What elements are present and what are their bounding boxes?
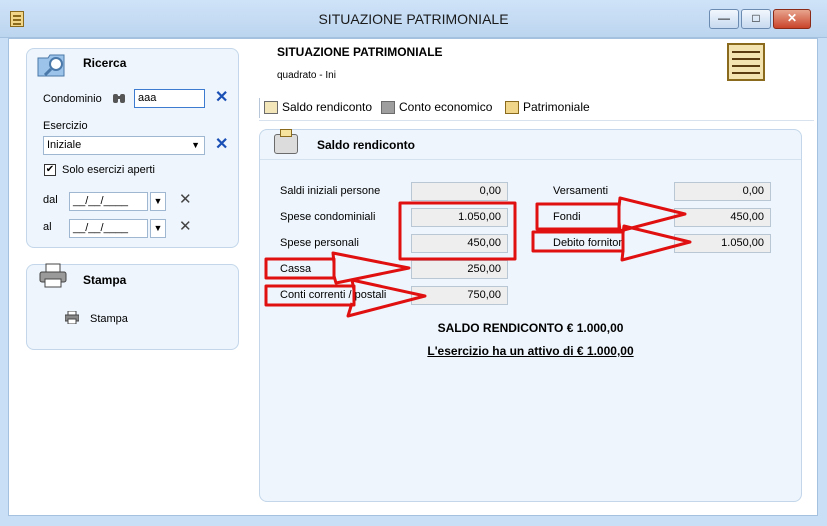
dal-label: dal (43, 194, 58, 206)
clear-condominio-icon[interactable]: ✕ (215, 90, 228, 106)
stampa-panel: Stampa Stampa (26, 263, 239, 350)
ledger-icon (264, 100, 278, 114)
tab-label: Saldo rendiconto (282, 100, 373, 114)
row-label-versamenti: Versamenti (553, 185, 609, 197)
saldo-rendiconto-panel: Saldo rendiconto Saldi iniziali persone … (259, 129, 802, 502)
application-window: SITUAZIONE PATRIMONIALE — □ ✕ Ricerca Co… (0, 0, 827, 526)
solo-aperti-label: Solo esercizi aperti (62, 164, 155, 176)
tab-label: Conto economico (399, 100, 493, 114)
tab-saldo-rendiconto[interactable]: Saldo rendiconto (264, 100, 372, 114)
stampa-link[interactable]: Stampa (90, 313, 128, 325)
value-spese-personali: 450,00 (411, 234, 508, 253)
esercizio-select[interactable]: Iniziale ▼ (43, 136, 205, 155)
row-label-spese-personali: Spese personali (280, 237, 359, 249)
toolbar: Saldo rendiconto Conto economico Patrimo… (259, 95, 814, 121)
printer-icon (39, 263, 67, 288)
title-bar: SITUAZIONE PATRIMONIALE — □ ✕ (0, 0, 827, 38)
abacus-small-icon (505, 100, 519, 114)
toolbar-grip (259, 98, 260, 118)
dal-date-input[interactable]: __/__/____ (69, 192, 148, 211)
close-button[interactable]: ✕ (773, 9, 811, 29)
maximize-button[interactable]: □ (741, 9, 771, 29)
saldo-note: L'esercizio ha un attivo di € 1.000,00 (427, 344, 634, 358)
value-cassa: 250,00 (411, 260, 508, 279)
chevron-down-icon: ▼ (191, 140, 200, 150)
row-label-fondi: Fondi (553, 211, 581, 223)
page-subtitle: quadrato - Ini (277, 70, 336, 81)
saldo-header: Saldo rendiconto (260, 129, 801, 160)
solo-aperti-checkbox[interactable]: ✔ (44, 164, 56, 176)
stampa-title: Stampa (83, 273, 127, 287)
value-debito-fornitori: 1.050,00 (674, 234, 771, 253)
cash-register-icon (274, 129, 298, 154)
value-spese-condominiali: 1.050,00 (411, 208, 508, 227)
page-title: SITUAZIONE PATRIMONIALE (277, 45, 443, 59)
al-date-input[interactable]: __/__/____ (69, 219, 148, 238)
al-label: al (43, 221, 52, 233)
row-label-conti-correnti: Conti correnti / postali (280, 289, 387, 301)
condominio-label: Condominio (43, 93, 102, 105)
al-dropdown-icon[interactable]: ▼ (150, 219, 166, 238)
row-label-saldi-iniziali: Saldi iniziali persone (280, 185, 381, 197)
condominio-input[interactable]: aaa (134, 89, 205, 108)
tab-patrimoniale[interactable]: Patrimoniale (505, 100, 590, 114)
esercizio-label: Esercizio (43, 120, 88, 132)
dal-dropdown-icon[interactable]: ▼ (150, 192, 166, 211)
client-area: Ricerca Condominio aaa ✕ Esercizio Inizi… (8, 38, 818, 516)
ricerca-panel: Ricerca Condominio aaa ✕ Esercizio Inizi… (26, 48, 239, 248)
value-versamenti: 0,00 (674, 182, 771, 201)
clear-dal-icon[interactable]: ✕ (179, 192, 192, 208)
minimize-button[interactable]: — (709, 9, 739, 29)
row-label-spese-condominiali: Spese condominiali (280, 211, 376, 223)
value-fondi: 450,00 (674, 208, 771, 227)
saldo-total: SALDO RENDICONTO € 1.000,00 (437, 321, 624, 335)
clear-esercizio-icon[interactable]: ✕ (215, 137, 228, 153)
clear-al-icon[interactable]: ✕ (179, 219, 192, 235)
book-icon (381, 100, 395, 114)
binoculars-icon[interactable] (112, 91, 126, 105)
print-icon[interactable] (65, 311, 79, 324)
tab-label: Patrimoniale (523, 100, 590, 114)
esercizio-value: Iniziale (47, 139, 82, 151)
search-folder-icon (37, 54, 65, 77)
value-conti-correnti: 750,00 (411, 286, 508, 305)
abacus-icon (727, 43, 765, 81)
row-label-debito-fornitori: Debito fornitori (553, 237, 625, 249)
value-saldi-iniziali: 0,00 (411, 182, 508, 201)
saldo-title: Saldo rendiconto (317, 138, 416, 152)
tab-conto-economico[interactable]: Conto economico (381, 100, 492, 114)
window-title: SITUAZIONE PATRIMONIALE (318, 11, 509, 27)
row-label-cassa: Cassa (280, 263, 312, 275)
ricerca-title: Ricerca (83, 56, 127, 70)
